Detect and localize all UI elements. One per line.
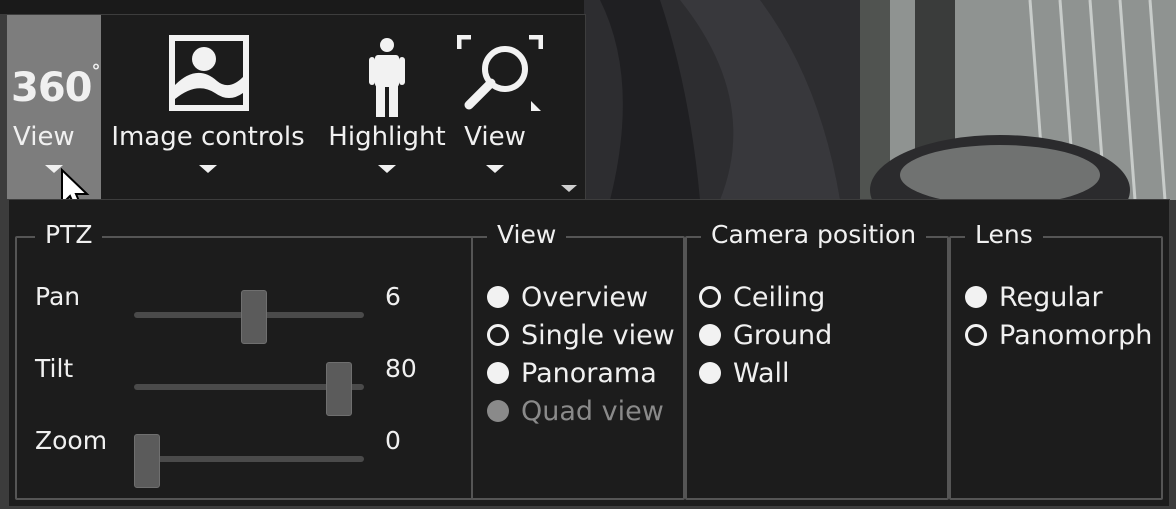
chevron-down-icon xyxy=(378,165,396,173)
radio-button-icon xyxy=(699,324,721,346)
view-zoom-button[interactable]: View xyxy=(455,15,543,199)
radio-button-icon xyxy=(965,286,987,308)
highlight-label: Highlight xyxy=(328,122,446,152)
radio-button-icon xyxy=(487,324,509,346)
radio-button-icon xyxy=(487,362,509,384)
tilt-slider-row: Tilt 80 xyxy=(17,354,477,416)
radio-regular[interactable]: Regular xyxy=(965,280,1103,314)
camera-toolbar: 360° View Image controls Highlight View xyxy=(6,14,586,199)
radio-button-icon xyxy=(487,400,509,422)
radio-single-view[interactable]: Single view xyxy=(487,318,675,352)
image-controls-button[interactable]: Image controls xyxy=(105,15,311,199)
360-view-settings-panel: PTZ Pan 6 Tilt 80 Zoom 0 View Overview S… xyxy=(8,199,1170,507)
zoom-label: Zoom xyxy=(35,426,108,455)
ptz-group: PTZ Pan 6 Tilt 80 Zoom 0 xyxy=(15,220,473,500)
radio-ground[interactable]: Ground xyxy=(699,318,832,352)
radio-panorama[interactable]: Panorama xyxy=(487,356,657,390)
tilt-value: 80 xyxy=(385,354,417,383)
chevron-down-icon xyxy=(486,165,504,173)
view-zoom-label: View xyxy=(464,122,526,152)
zoom-slider[interactable] xyxy=(134,456,364,462)
zoom-value: 0 xyxy=(385,426,401,455)
radio-label: Overview xyxy=(521,281,649,313)
radio-overview[interactable]: Overview xyxy=(487,280,648,314)
radio-ceiling[interactable]: Ceiling xyxy=(699,280,825,314)
radio-button-icon xyxy=(487,286,509,308)
image-controls-label: Image controls xyxy=(111,122,305,152)
ptz-title: PTZ xyxy=(35,220,103,250)
view-group: View Overview Single view Panorama Quad … xyxy=(471,220,685,500)
360-icon: 360° xyxy=(11,61,101,111)
camera-position-group: Camera position Ceiling Ground Wall xyxy=(685,220,949,500)
radio-button-icon xyxy=(699,286,721,308)
tilt-label: Tilt xyxy=(35,354,74,383)
lens-group: Lens Regular Panomorph xyxy=(949,220,1163,500)
radio-quad-view: Quad view xyxy=(487,394,664,428)
radio-label: Single view xyxy=(521,319,675,351)
radio-label: Quad view xyxy=(521,395,664,427)
chevron-down-icon xyxy=(199,165,217,173)
tilt-slider-thumb[interactable] xyxy=(325,362,352,416)
magnifier-icon xyxy=(457,35,543,111)
camera-position-title: Camera position xyxy=(701,220,927,250)
pan-slider-thumb[interactable] xyxy=(240,290,267,344)
radio-button-icon xyxy=(699,362,721,384)
pan-slider-row: Pan 6 xyxy=(17,282,477,344)
radio-button-icon xyxy=(965,324,987,346)
radio-wall[interactable]: Wall xyxy=(699,356,790,390)
toolbar-overflow-icon[interactable] xyxy=(561,185,577,192)
pan-label: Pan xyxy=(35,282,81,311)
radio-label: Panorama xyxy=(521,357,657,389)
highlight-button[interactable]: Highlight xyxy=(325,15,449,199)
person-icon xyxy=(369,38,405,117)
zoom-slider-row: Zoom 0 xyxy=(17,426,477,488)
360-view-label: View xyxy=(13,122,75,152)
pan-value: 6 xyxy=(385,282,401,311)
radio-label: Wall xyxy=(733,357,790,389)
radio-label: Regular xyxy=(999,281,1103,313)
radio-label: Panomorph xyxy=(999,319,1153,351)
radio-label: Ceiling xyxy=(733,281,826,313)
view-title: View xyxy=(487,220,567,250)
landscape-image-icon xyxy=(169,35,249,111)
radio-label: Ground xyxy=(733,319,833,351)
radio-panomorph[interactable]: Panomorph xyxy=(965,318,1152,352)
zoom-slider-thumb[interactable] xyxy=(134,434,160,488)
lens-title: Lens xyxy=(965,220,1043,250)
